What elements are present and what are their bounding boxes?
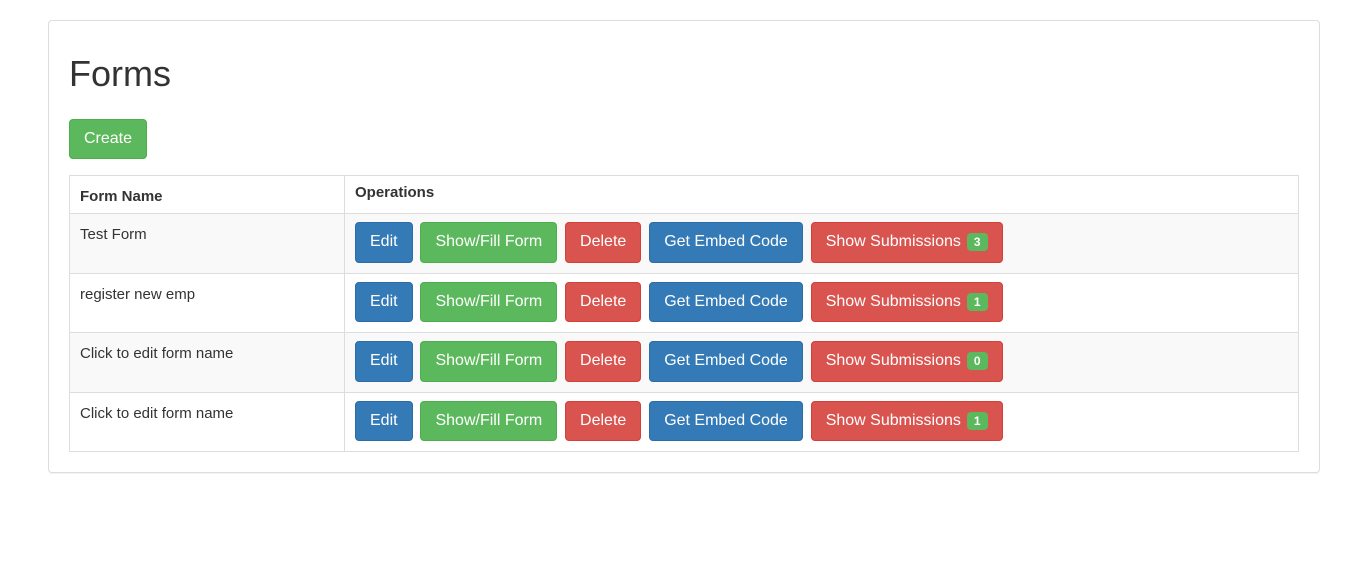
show-fill-button[interactable]: Show/Fill Form — [420, 282, 557, 322]
create-row: Create — [69, 119, 1299, 159]
create-button[interactable]: Create — [69, 119, 147, 159]
delete-button[interactable]: Delete — [565, 282, 641, 322]
table-row: register new empEdit Show/Fill Form Dele… — [70, 273, 1299, 332]
form-name-cell[interactable]: register new emp — [70, 273, 345, 332]
submissions-count-badge: 1 — [967, 412, 988, 430]
column-header-name: Form Name — [70, 176, 345, 214]
edit-button[interactable]: Edit — [355, 401, 413, 441]
get-embed-code-button[interactable]: Get Embed Code — [649, 282, 803, 322]
edit-button[interactable]: Edit — [355, 282, 413, 322]
operations-cell: Edit Show/Fill Form Delete Get Embed Cod… — [345, 333, 1299, 392]
operations-cell: Edit Show/Fill Form Delete Get Embed Cod… — [345, 214, 1299, 273]
delete-button[interactable]: Delete — [565, 401, 641, 441]
operations-cell: Edit Show/Fill Form Delete Get Embed Cod… — [345, 273, 1299, 332]
show-fill-button[interactable]: Show/Fill Form — [420, 222, 557, 262]
table-row: Click to edit form nameEdit Show/Fill Fo… — [70, 392, 1299, 451]
show-submissions-button[interactable]: Show Submissions 0 — [811, 341, 1003, 381]
show-submissions-label: Show Submissions — [826, 293, 961, 310]
forms-table: Form Name Operations Test FormEdit Show/… — [69, 175, 1299, 452]
show-fill-button[interactable]: Show/Fill Form — [420, 401, 557, 441]
submissions-count-badge: 0 — [967, 352, 988, 370]
edit-button[interactable]: Edit — [355, 222, 413, 262]
forms-panel: Forms Create Form Name Operations Test F… — [48, 20, 1320, 473]
delete-button[interactable]: Delete — [565, 222, 641, 262]
show-fill-button[interactable]: Show/Fill Form — [420, 341, 557, 381]
table-row: Click to edit form nameEdit Show/Fill Fo… — [70, 333, 1299, 392]
get-embed-code-button[interactable]: Get Embed Code — [649, 401, 803, 441]
page-title: Forms — [69, 53, 1299, 95]
show-submissions-button[interactable]: Show Submissions 1 — [811, 282, 1003, 322]
submissions-count-badge: 1 — [967, 293, 988, 311]
show-submissions-label: Show Submissions — [826, 352, 961, 369]
form-name-cell[interactable]: Test Form — [70, 214, 345, 273]
get-embed-code-button[interactable]: Get Embed Code — [649, 222, 803, 262]
show-submissions-button[interactable]: Show Submissions 3 — [811, 222, 1003, 262]
form-name-cell[interactable]: Click to edit form name — [70, 333, 345, 392]
column-header-operations: Operations — [345, 176, 1299, 214]
show-submissions-label: Show Submissions — [826, 412, 961, 429]
table-row: Test FormEdit Show/Fill Form Delete Get … — [70, 214, 1299, 273]
operations-cell: Edit Show/Fill Form Delete Get Embed Cod… — [345, 392, 1299, 451]
show-submissions-label: Show Submissions — [826, 233, 961, 250]
edit-button[interactable]: Edit — [355, 341, 413, 381]
get-embed-code-button[interactable]: Get Embed Code — [649, 341, 803, 381]
form-name-cell[interactable]: Click to edit form name — [70, 392, 345, 451]
submissions-count-badge: 3 — [967, 233, 988, 251]
show-submissions-button[interactable]: Show Submissions 1 — [811, 401, 1003, 441]
delete-button[interactable]: Delete — [565, 341, 641, 381]
